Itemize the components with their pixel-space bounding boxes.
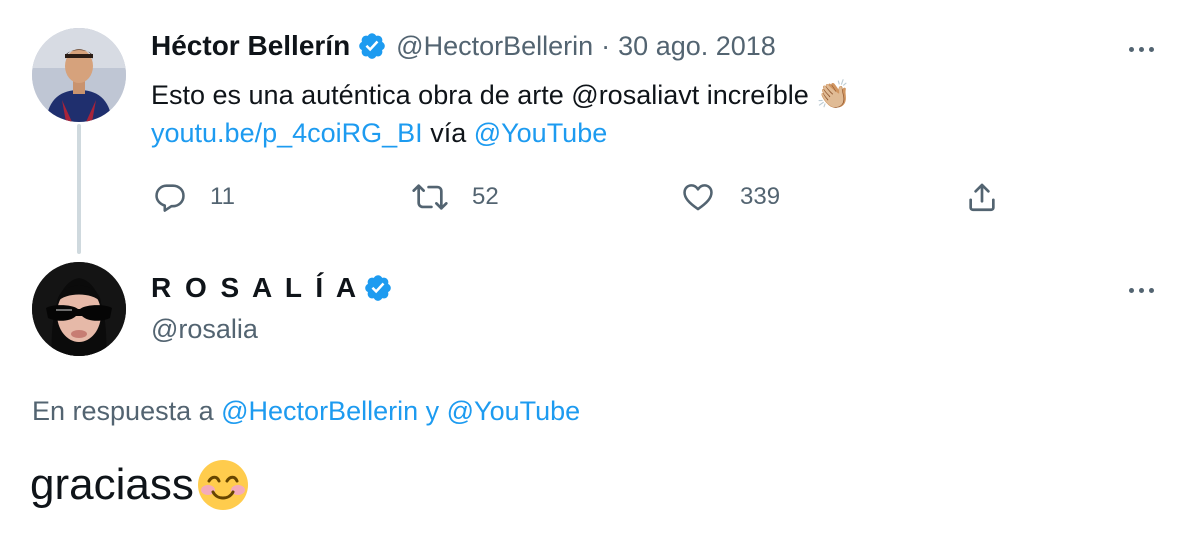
tweet2-header: R O S A L Í A (151, 272, 393, 304)
verified-badge-icon (365, 275, 391, 301)
tweet1-more-options-icon[interactable] (1127, 39, 1167, 59)
tweet1-mention-link[interactable]: @rosaliavt (571, 80, 699, 110)
thread-connector-line (77, 124, 81, 254)
tweet2-handle[interactable]: @rosalia (151, 314, 258, 345)
tweet1-text-after: increíble (699, 80, 817, 110)
reply-context: En respuesta a @HectorBellerin y @YouTub… (32, 396, 580, 427)
retweet-count: 52 (472, 183, 499, 210)
retweet-button[interactable]: 52 (410, 180, 499, 214)
reply-button[interactable]: 11 (152, 180, 235, 214)
tweet1-text: Esto es una auténtica obra de arte @rosa… (151, 78, 851, 111)
like-count: 339 (740, 183, 781, 210)
tweet1-handle[interactable]: @HectorBellerin (396, 31, 593, 62)
tweet1-youtube-link[interactable]: youtu.be/p_4coiRG_BI (151, 118, 423, 148)
smiling-face-emoji-icon (197, 460, 248, 510)
tweet2-text-body: graciass (30, 460, 194, 509)
tweet1-link-line: youtu.be/p_4coiRG_BI vía @YouTube (151, 118, 607, 149)
tweet1-text-before: Esto es una auténtica obra de arte (151, 80, 572, 110)
reply-to-youtube-link[interactable]: @YouTube (447, 396, 581, 426)
hector-avatar-image (32, 28, 126, 122)
reply-to-hector-link[interactable]: @HectorBellerin (221, 396, 418, 426)
clapping-hands-emoji-icon: 👏🏼 (816, 79, 852, 110)
tweet1-via-youtube-link[interactable]: @YouTube (474, 118, 608, 148)
like-button[interactable]: 339 (680, 180, 780, 214)
reply-count: 11 (210, 183, 235, 210)
verified-badge-icon (359, 33, 385, 59)
rosalia-avatar[interactable] (32, 262, 126, 356)
share-icon (969, 183, 995, 212)
tweet2-text: graciass 😊 (30, 458, 250, 512)
hector-avatar[interactable] (32, 28, 126, 122)
share-button[interactable] (964, 180, 1000, 214)
tweet1-separator: · (601, 30, 611, 61)
retweet-icon (412, 184, 448, 210)
tweet1-author-name[interactable]: Héctor Bellerín (151, 30, 350, 62)
tweet1-date[interactable]: 30 ago. 2018 (618, 31, 776, 62)
like-icon (683, 184, 713, 211)
tweet2-author-name[interactable]: R O S A L Í A (151, 272, 359, 304)
tweet2-more-options-icon[interactable] (1127, 280, 1167, 300)
reply-prefix: En respuesta a (32, 396, 222, 426)
tweet1-header: Héctor Bellerín @HectorBellerin · 30 ago… (151, 30, 776, 62)
tweet1-via-label: vía (422, 118, 474, 148)
reply-joiner: y (418, 396, 447, 426)
rosalia-avatar-image (32, 262, 126, 356)
reply-icon (155, 184, 185, 212)
